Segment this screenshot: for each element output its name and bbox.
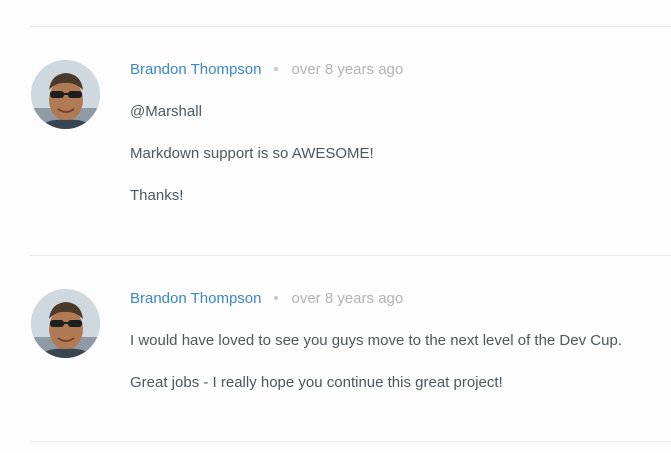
comment-timestamp[interactable]: over 8 years ago — [291, 61, 403, 78]
author-link[interactable]: Brandon Thompson — [130, 61, 261, 78]
user-avatar-icon — [31, 289, 100, 358]
user-avatar[interactable] — [31, 60, 100, 129]
comment-divider — [30, 441, 671, 442]
comment-text: Great jobs - I really hope you continue … — [130, 374, 503, 391]
comment-timestamp[interactable]: over 8 years ago — [291, 290, 403, 307]
comment-text: Markdown support is so AWESOME! — [130, 145, 374, 162]
comment-meta: Brandon Thompson over 8 years ago — [130, 61, 403, 79]
comment-text: @Marshall — [130, 103, 202, 120]
bullet-dot-icon — [274, 296, 279, 301]
bullet-dot-icon — [274, 67, 279, 72]
comment-text: I would have loved to see you guys move … — [130, 332, 622, 349]
comment-divider-top — [30, 26, 671, 27]
comment-divider — [30, 255, 671, 256]
author-link[interactable]: Brandon Thompson — [130, 290, 261, 307]
user-avatar-icon — [31, 60, 100, 129]
comment-meta: Brandon Thompson over 8 years ago — [130, 290, 403, 308]
user-avatar[interactable] — [31, 289, 100, 358]
comment-text: Thanks! — [130, 187, 184, 204]
